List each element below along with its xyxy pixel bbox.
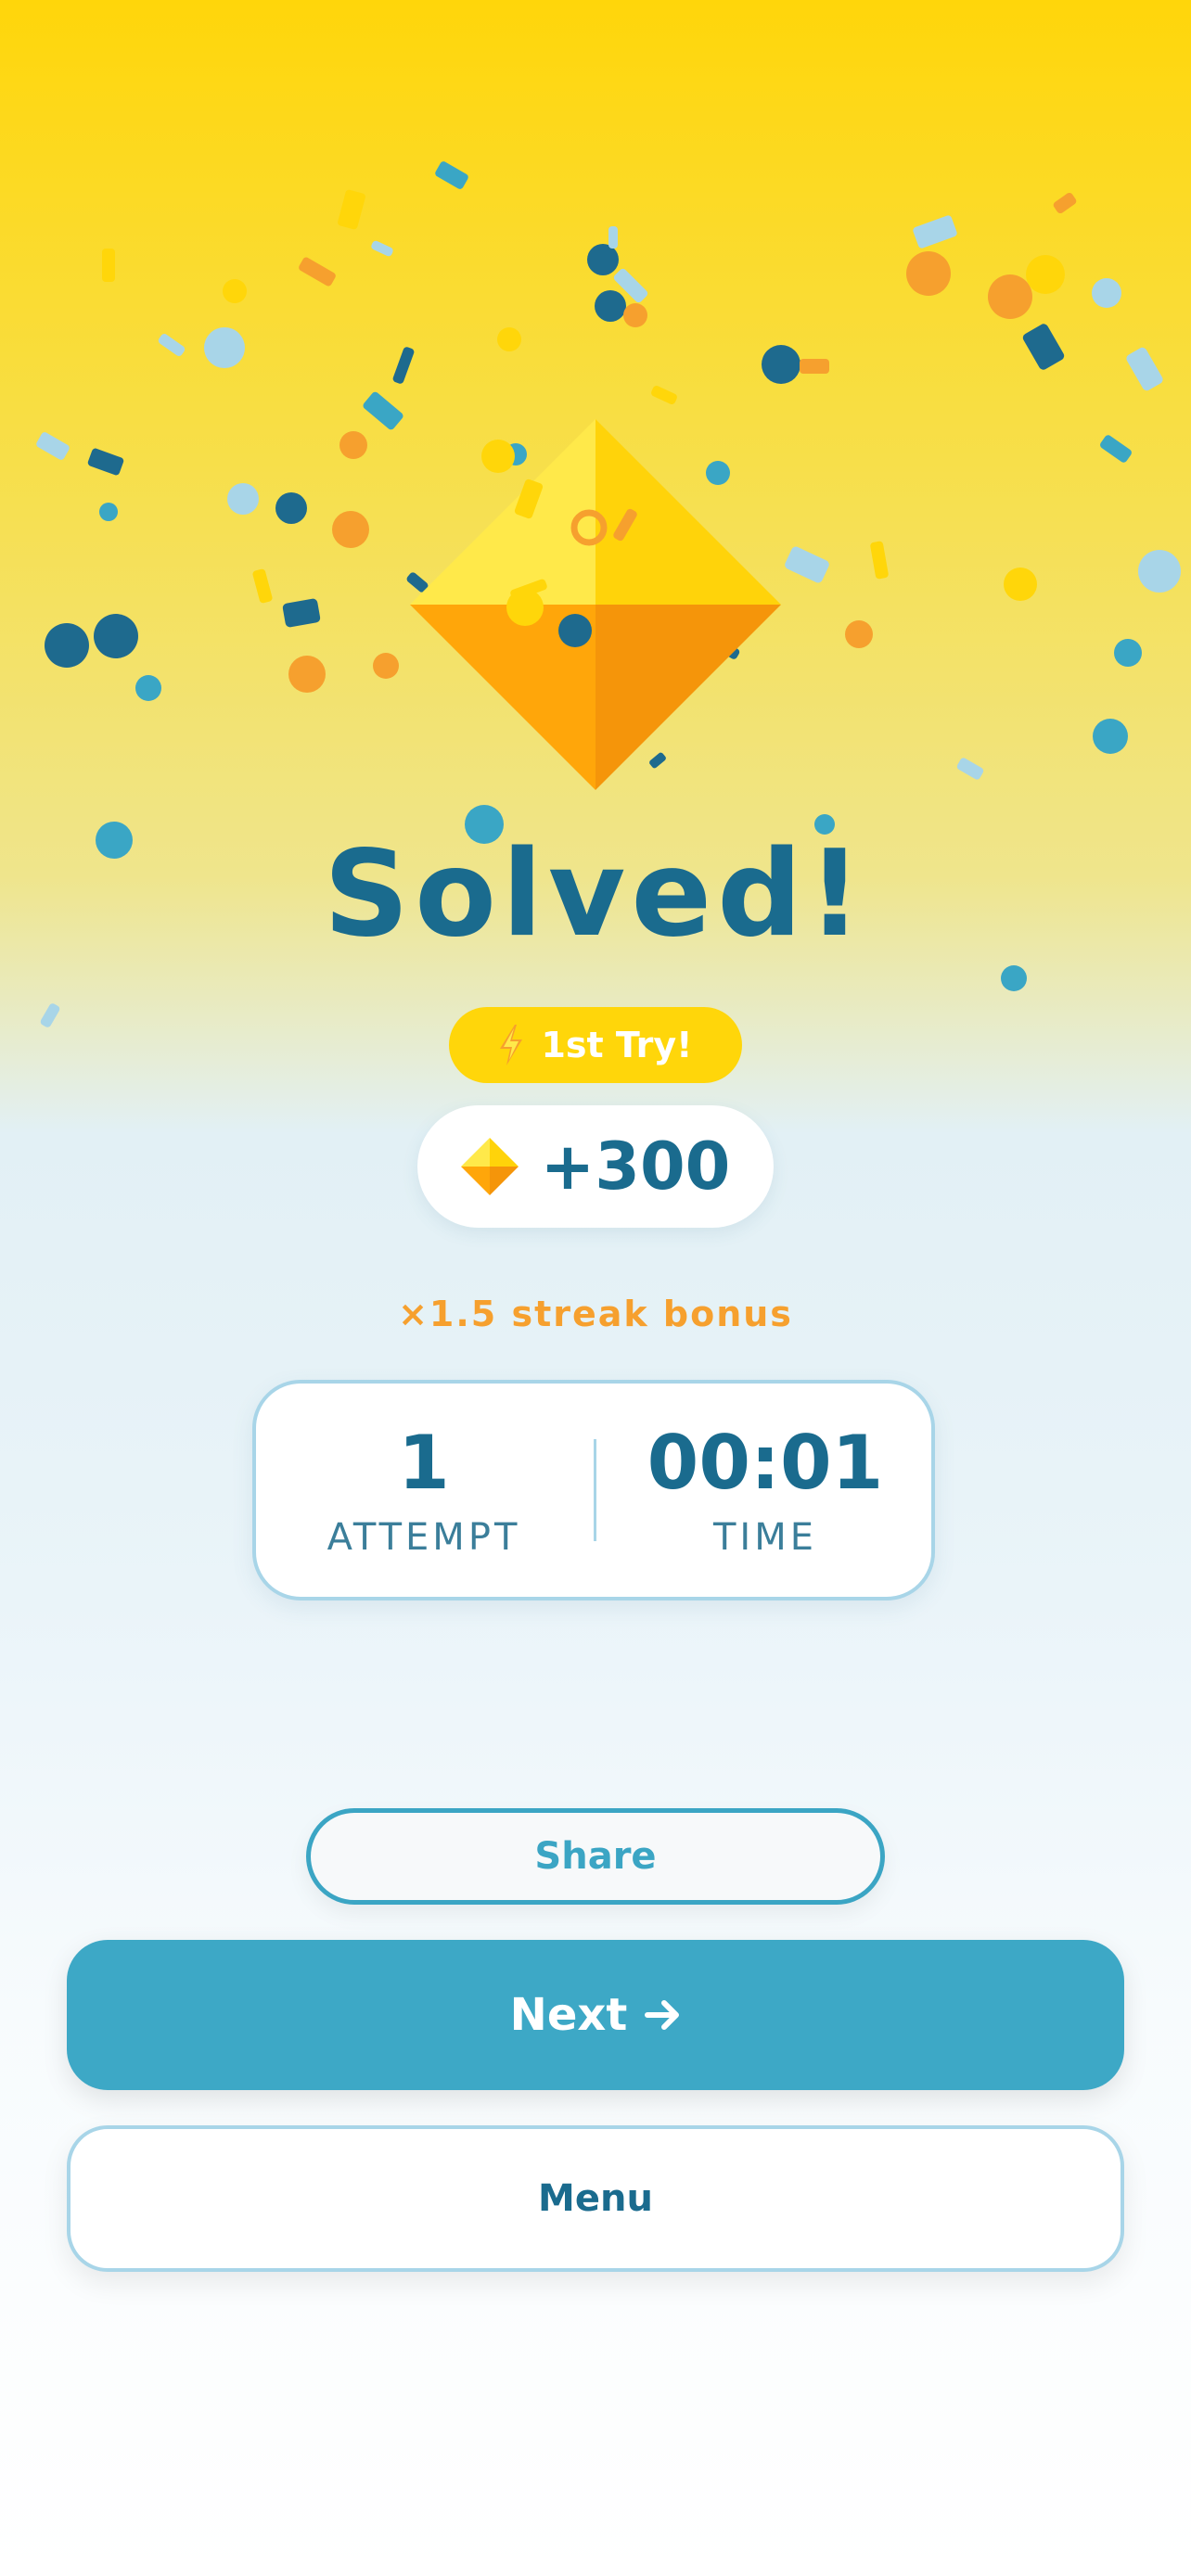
solved-title: Solved! [323, 825, 868, 963]
reward-amount: +300 [540, 1129, 731, 1205]
level-complete-screen: Solved! 1st Try! +300 ×1.5 streak bonus … [0, 0, 1191, 2576]
stats-divider [594, 1439, 596, 1541]
lightning-bolt-icon [500, 1025, 523, 1065]
attempts-stat: 1 ATTEMPT [256, 1384, 592, 1597]
next-button[interactable]: Next [67, 1940, 1124, 2090]
menu-button-label: Menu [538, 2177, 653, 2220]
first-try-badge: 1st Try! [449, 1007, 742, 1083]
time-stat: 00:01 TIME [597, 1384, 933, 1597]
menu-button[interactable]: Menu [67, 2125, 1124, 2272]
arrow-right-icon [645, 2000, 680, 2030]
stats-card: 1 ATTEMPT 00:01 TIME [252, 1380, 935, 1600]
gem-trophy-icon [410, 419, 781, 790]
time-value: 00:01 [647, 1420, 884, 1506]
reward-pill: +300 [417, 1105, 774, 1228]
badge-label: 1st Try! [541, 1025, 693, 1065]
next-button-label: Next [509, 1989, 628, 2041]
attempts-value: 1 [398, 1420, 450, 1506]
time-label: TIME [712, 1516, 817, 1559]
attempts-label: ATTEMPT [327, 1516, 521, 1559]
gem-icon [460, 1138, 519, 1195]
streak-bonus-text: ×1.5 streak bonus [398, 1294, 793, 1334]
share-button[interactable]: Share [306, 1808, 885, 1905]
share-button-label: Share [534, 1835, 657, 1878]
